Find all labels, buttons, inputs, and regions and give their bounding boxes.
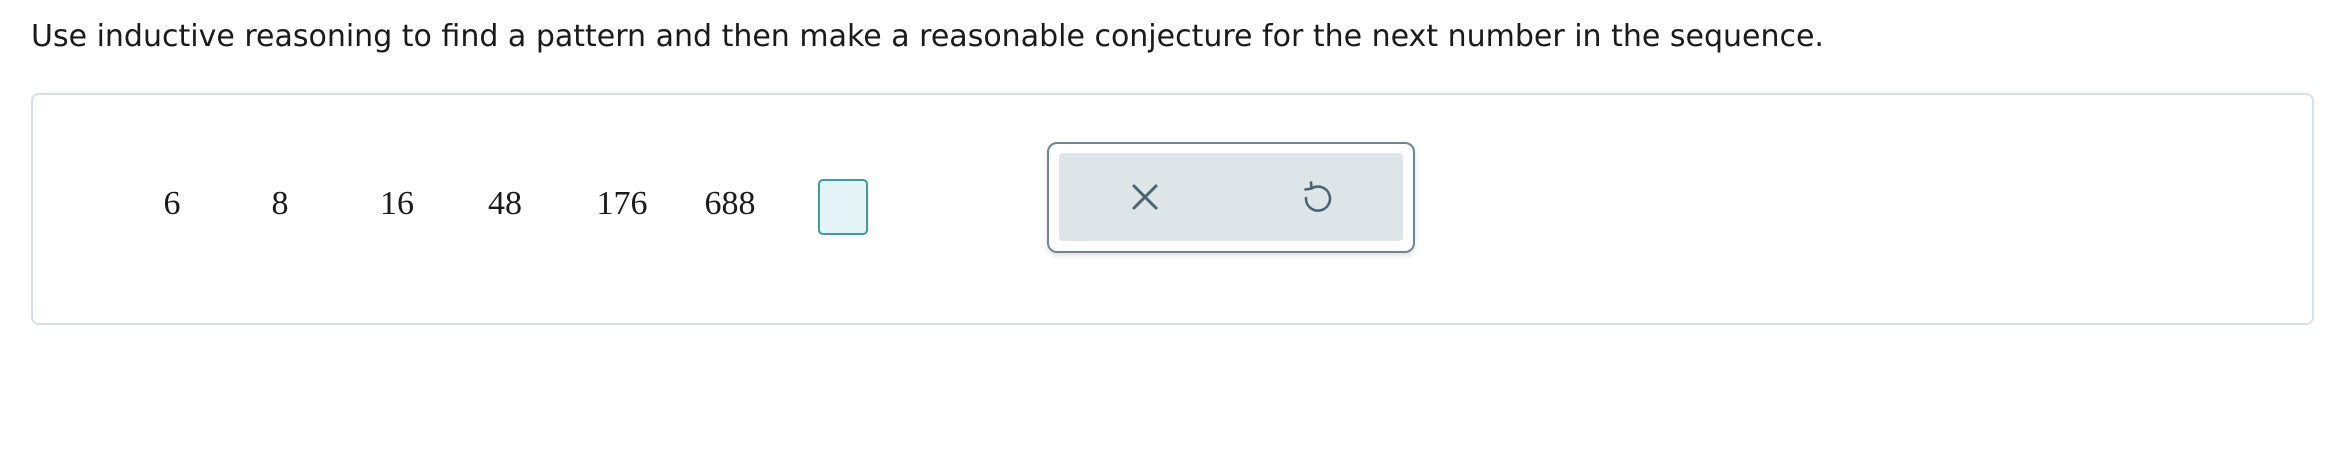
undo-button[interactable] (1231, 153, 1403, 241)
close-icon (1132, 184, 1158, 210)
sequence-term-3: 16 (380, 185, 414, 222)
clear-button[interactable] (1059, 153, 1231, 241)
keypad-button-bar (1059, 153, 1403, 241)
undo-icon (1304, 181, 1332, 212)
sequence-term-5: 176 (596, 185, 648, 222)
sequence-term-4: 48 (488, 185, 522, 222)
sequence-term-6: 688 (704, 185, 756, 222)
sequence-term-2: 8 (271, 185, 289, 222)
answer-input[interactable] (818, 179, 868, 235)
sequence-term-1: 6 (163, 185, 181, 222)
question-prompt: Use inductive reasoning to find a patter… (31, 19, 1824, 54)
answer-keypad (1047, 142, 1415, 253)
